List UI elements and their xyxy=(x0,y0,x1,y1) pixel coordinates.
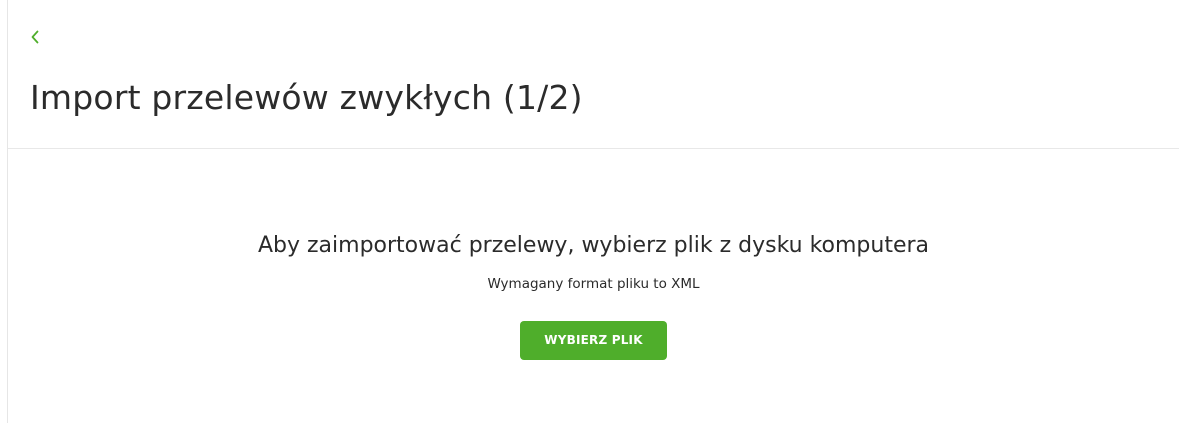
format-hint: Wymagany format pliku to XML xyxy=(487,276,700,292)
chevron-left-icon xyxy=(30,29,40,45)
import-instruction: Aby zaimportować przelewy, wybierz plik … xyxy=(257,233,930,258)
page-title: Import przelewów zwykłych (1/2) xyxy=(30,78,583,117)
header-divider xyxy=(8,148,1179,149)
import-panel: Aby zaimportować przelewy, wybierz plik … xyxy=(8,226,1179,360)
back-button[interactable] xyxy=(26,26,44,48)
choose-file-button[interactable]: WYBIERZ PLIK xyxy=(520,321,667,360)
